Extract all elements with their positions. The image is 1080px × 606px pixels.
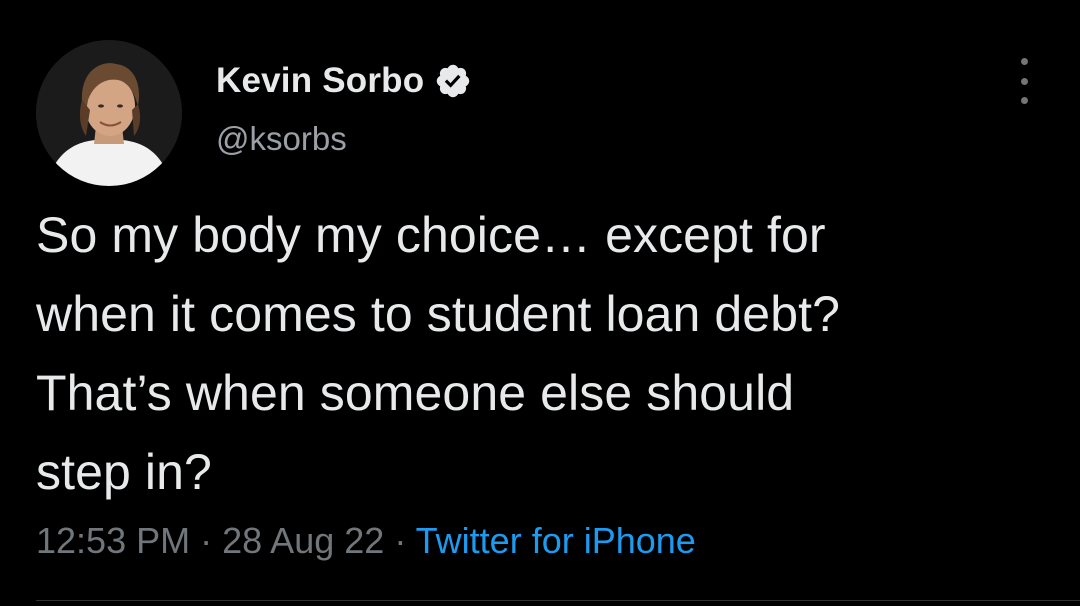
meta-separator: · [394,520,407,561]
dot [1020,97,1028,104]
author-handle[interactable]: @ksorbs [216,120,347,158]
profile-photo-icon [36,40,182,186]
author-name-row: Kevin Sorbo [216,60,472,102]
dot [1020,77,1028,85]
tweet-date[interactable]: 28 Aug 22 [222,520,384,561]
tweet-time[interactable]: 12:53 PM [36,520,190,561]
verified-badge-icon [434,62,472,100]
avatar[interactable] [36,40,182,186]
meta-separator: · [200,520,213,561]
tweet: Kevin Sorbo @ksorbs So my body my choice… [0,0,1080,606]
divider [36,600,1080,601]
dot [1020,58,1028,65]
tweet-meta: 12:53 PM · 28 Aug 22 · Twitter for iPhon… [36,520,696,562]
tweet-source-link[interactable]: Twitter for iPhone [416,520,696,561]
tweet-text: So my body my choice… except for when it… [36,207,841,500]
author-name[interactable]: Kevin Sorbo [216,61,424,101]
more-options-icon[interactable] [1010,58,1038,104]
